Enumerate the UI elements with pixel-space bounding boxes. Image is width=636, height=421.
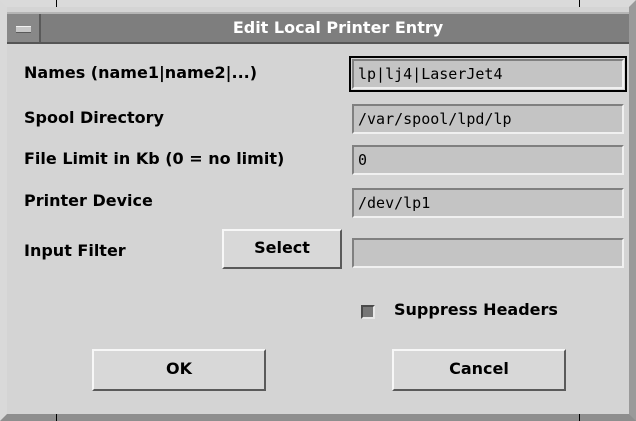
file-limit-label: File Limit in Kb (0 = no limit) [24, 149, 285, 168]
file-limit-field[interactable]: 0 [352, 145, 624, 175]
spool-directory-field[interactable]: /var/spool/lpd/lp [352, 104, 624, 134]
input-filter-label: Input Filter [24, 241, 126, 260]
cancel-button[interactable]: Cancel [392, 349, 566, 391]
window-title: Edit Local Printer Entry [232, 18, 444, 37]
names-label: Names (name1|name2|...) [24, 63, 258, 82]
frame-notch [56, 0, 57, 7]
spool-directory-label: Spool Directory [24, 108, 164, 127]
frame-notch [56, 414, 57, 421]
window-menu-button[interactable] [7, 14, 41, 42]
frame-notch [579, 0, 580, 7]
suppress-headers-checkbox[interactable] [361, 305, 375, 319]
select-filter-button[interactable]: Select [222, 229, 342, 269]
window-menu-icon [16, 26, 31, 33]
printer-device-field[interactable]: /dev/lp1 [352, 188, 624, 218]
names-field[interactable]: lp|lj4|LaserJet4 [349, 56, 627, 92]
frame-notch [579, 414, 580, 421]
printer-device-label: Printer Device [24, 191, 153, 210]
ok-button[interactable]: OK [92, 349, 266, 391]
title-bar[interactable]: Edit Local Printer Entry [7, 12, 629, 44]
input-filter-field[interactable] [352, 238, 624, 268]
suppress-headers-label[interactable]: Suppress Headers [394, 300, 558, 319]
